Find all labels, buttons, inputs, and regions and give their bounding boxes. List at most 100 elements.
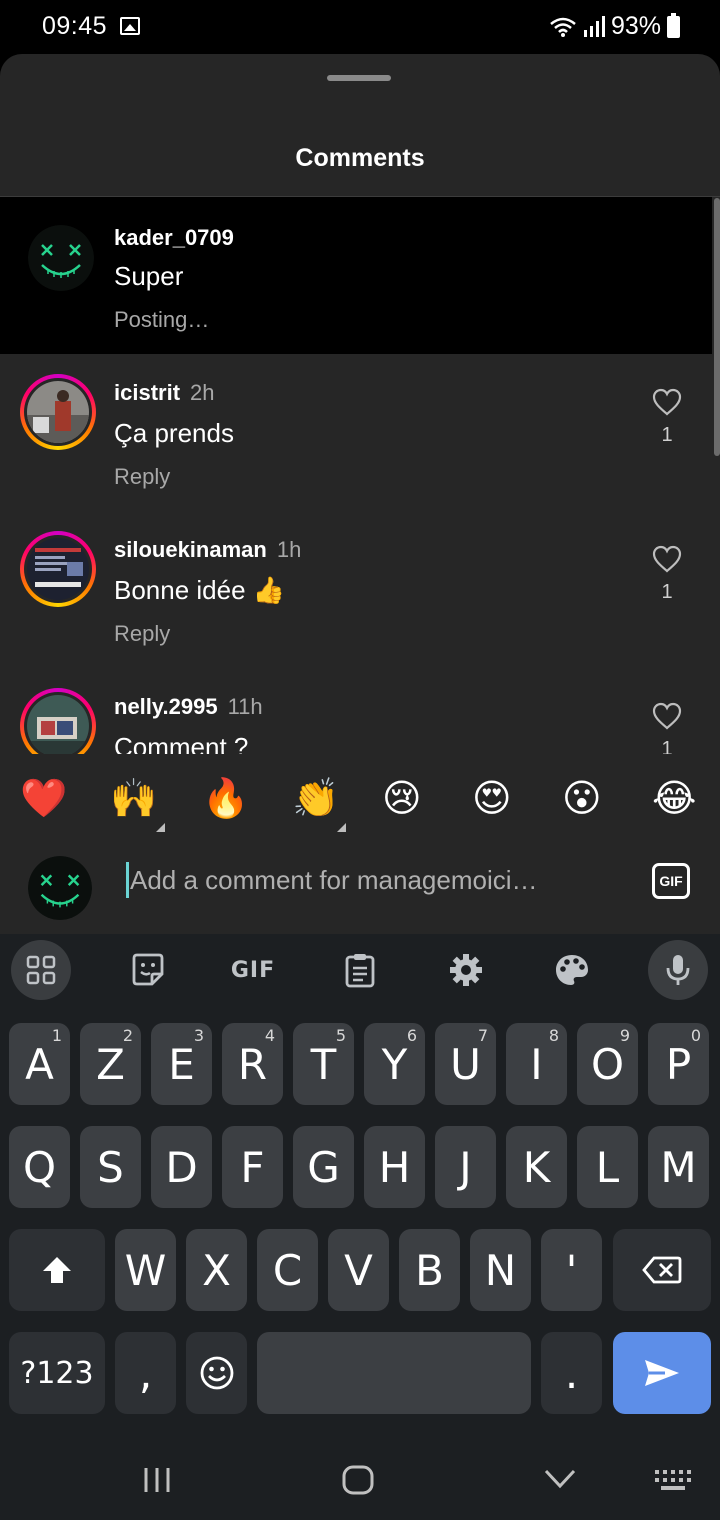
emoji-clapping-hands[interactable]: 👏 (292, 776, 339, 822)
comments-sheet: Comments kader_0709 Super Posting… icist… (0, 54, 720, 934)
key-number-hint: 0 (690, 1026, 701, 1045)
key-x[interactable]: X (186, 1229, 247, 1311)
settings-gear-icon[interactable] (436, 940, 496, 1000)
avatar[interactable] (20, 374, 96, 450)
key-l[interactable]: L (577, 1126, 638, 1208)
avatar[interactable] (20, 688, 96, 754)
heart-icon (652, 702, 682, 730)
backspace-key[interactable] (613, 1229, 711, 1311)
key-label: U (450, 1039, 481, 1089)
key-v[interactable]: V (328, 1229, 389, 1311)
comment-item[interactable]: nelly.2995 11h Comment ? 1 (0, 668, 712, 754)
key-label: E (168, 1039, 195, 1089)
key-c[interactable]: C (257, 1229, 318, 1311)
key-g[interactable]: G (293, 1126, 354, 1208)
comment-username[interactable]: icistrit 2h (114, 380, 215, 406)
avatar-poster-image (27, 538, 89, 600)
emoji-heart[interactable]: ❤️ (20, 776, 67, 822)
gif-tool-button[interactable]: GIF (223, 940, 283, 1000)
key-q[interactable]: Q (9, 1126, 70, 1208)
status-time: 09:45 (42, 12, 108, 40)
like-button[interactable]: 1 (650, 388, 684, 447)
send-key[interactable] (613, 1332, 711, 1414)
key-label: P (665, 1039, 692, 1089)
comment-username[interactable]: nelly.2995 11h (114, 694, 263, 720)
key-n[interactable]: N (470, 1229, 531, 1311)
keyboard-switch-icon[interactable] (654, 1468, 692, 1492)
variant-indicator-icon (337, 823, 346, 832)
space-key[interactable] (257, 1332, 531, 1414)
backspace-icon (642, 1256, 682, 1284)
key-apostrophe[interactable]: ' (541, 1229, 602, 1311)
avatar-mask-image (28, 225, 94, 291)
key-o[interactable]: O9 (577, 1023, 638, 1105)
apps-grid-icon[interactable] (11, 940, 71, 1000)
comment-item[interactable]: icistrit 2h Ça prends Reply 1 (0, 354, 712, 514)
emoji-reaction-bar: ❤️ 🙌 🔥 👏 😢 😍 😮 😂 (0, 754, 720, 846)
like-button[interactable]: 1 (650, 702, 684, 754)
key-u[interactable]: U7 (435, 1023, 496, 1105)
key-b[interactable]: B (399, 1229, 460, 1311)
comment-item[interactable]: silouekinaman 1h Bonne idée 👍 Reply 1 (0, 511, 712, 671)
microphone-icon[interactable] (648, 940, 708, 1000)
key-k[interactable]: K (506, 1126, 567, 1208)
period-key[interactable]: . (541, 1332, 602, 1414)
key-a[interactable]: A1 (9, 1023, 70, 1105)
like-button[interactable]: 1 (650, 545, 684, 604)
key-label: O (590, 1039, 625, 1089)
comment-username[interactable]: kader_0709 (114, 225, 234, 251)
comment-text: Bonne idée 👍 (114, 575, 286, 605)
avatar-room-image (27, 695, 89, 754)
key-j[interactable]: J (435, 1126, 496, 1208)
avatar[interactable] (28, 225, 94, 291)
hide-keyboard-chevron-down-icon[interactable] (543, 1468, 577, 1490)
clipboard-icon[interactable] (330, 940, 390, 1000)
comment-item[interactable]: kader_0709 Super Posting… (0, 197, 712, 354)
gif-button[interactable]: GIF (652, 863, 690, 899)
key-number-hint: 1 (51, 1026, 62, 1045)
emoji-surprised-face[interactable]: 😮 (562, 776, 602, 822)
emoji-heart-eyes[interactable]: 😍 (472, 776, 512, 822)
comma-key[interactable]: , (115, 1332, 176, 1414)
emoji-raised-hands[interactable]: 🙌 (110, 776, 157, 822)
emoji-fire[interactable]: 🔥 (202, 776, 249, 822)
home-icon[interactable] (341, 1464, 375, 1496)
emoji-key[interactable] (186, 1332, 247, 1414)
key-z[interactable]: Z2 (80, 1023, 141, 1105)
recent-apps-icon[interactable] (142, 1466, 172, 1494)
key-number-hint: 4 (264, 1026, 275, 1045)
sticker-icon[interactable] (118, 940, 178, 1000)
key-s[interactable]: S (80, 1126, 141, 1208)
avatar[interactable] (20, 531, 96, 607)
key-e[interactable]: E3 (151, 1023, 212, 1105)
shift-key[interactable] (9, 1229, 105, 1311)
avatar-photo-image (27, 381, 89, 443)
key-f[interactable]: F (222, 1126, 283, 1208)
key-i[interactable]: I8 (506, 1023, 567, 1105)
signal-icon (583, 15, 605, 37)
comment-composer: Add a comment for managemoici… GIF (0, 846, 720, 934)
drag-handle[interactable] (327, 75, 391, 81)
emoji-laughing-tears[interactable]: 😂 (652, 776, 696, 822)
key-m[interactable]: M (648, 1126, 709, 1208)
scrollbar[interactable] (714, 198, 720, 456)
key-t[interactable]: T5 (293, 1023, 354, 1105)
variant-indicator-icon (156, 823, 165, 832)
key-y[interactable]: Y6 (364, 1023, 425, 1105)
status-right: 93% (549, 12, 680, 41)
key-h[interactable]: H (364, 1126, 425, 1208)
key-w[interactable]: W (115, 1229, 176, 1311)
status-bar: 09:45 93% (0, 0, 720, 54)
reply-button[interactable]: Reply (114, 464, 170, 490)
reply-button[interactable]: Reply (114, 621, 170, 647)
symbols-key[interactable]: ?123 (9, 1332, 105, 1414)
battery-percent: 93% (610, 12, 661, 40)
key-p[interactable]: P0 (648, 1023, 709, 1105)
key-d[interactable]: D (151, 1126, 212, 1208)
comment-input[interactable]: Add a comment for managemoici… (126, 862, 538, 898)
key-r[interactable]: R4 (222, 1023, 283, 1105)
key-number-hint: 5 (335, 1026, 346, 1045)
emoji-crying-face[interactable]: 😢 (382, 776, 422, 822)
comment-username[interactable]: silouekinaman 1h (114, 537, 301, 563)
palette-icon[interactable] (542, 940, 602, 1000)
